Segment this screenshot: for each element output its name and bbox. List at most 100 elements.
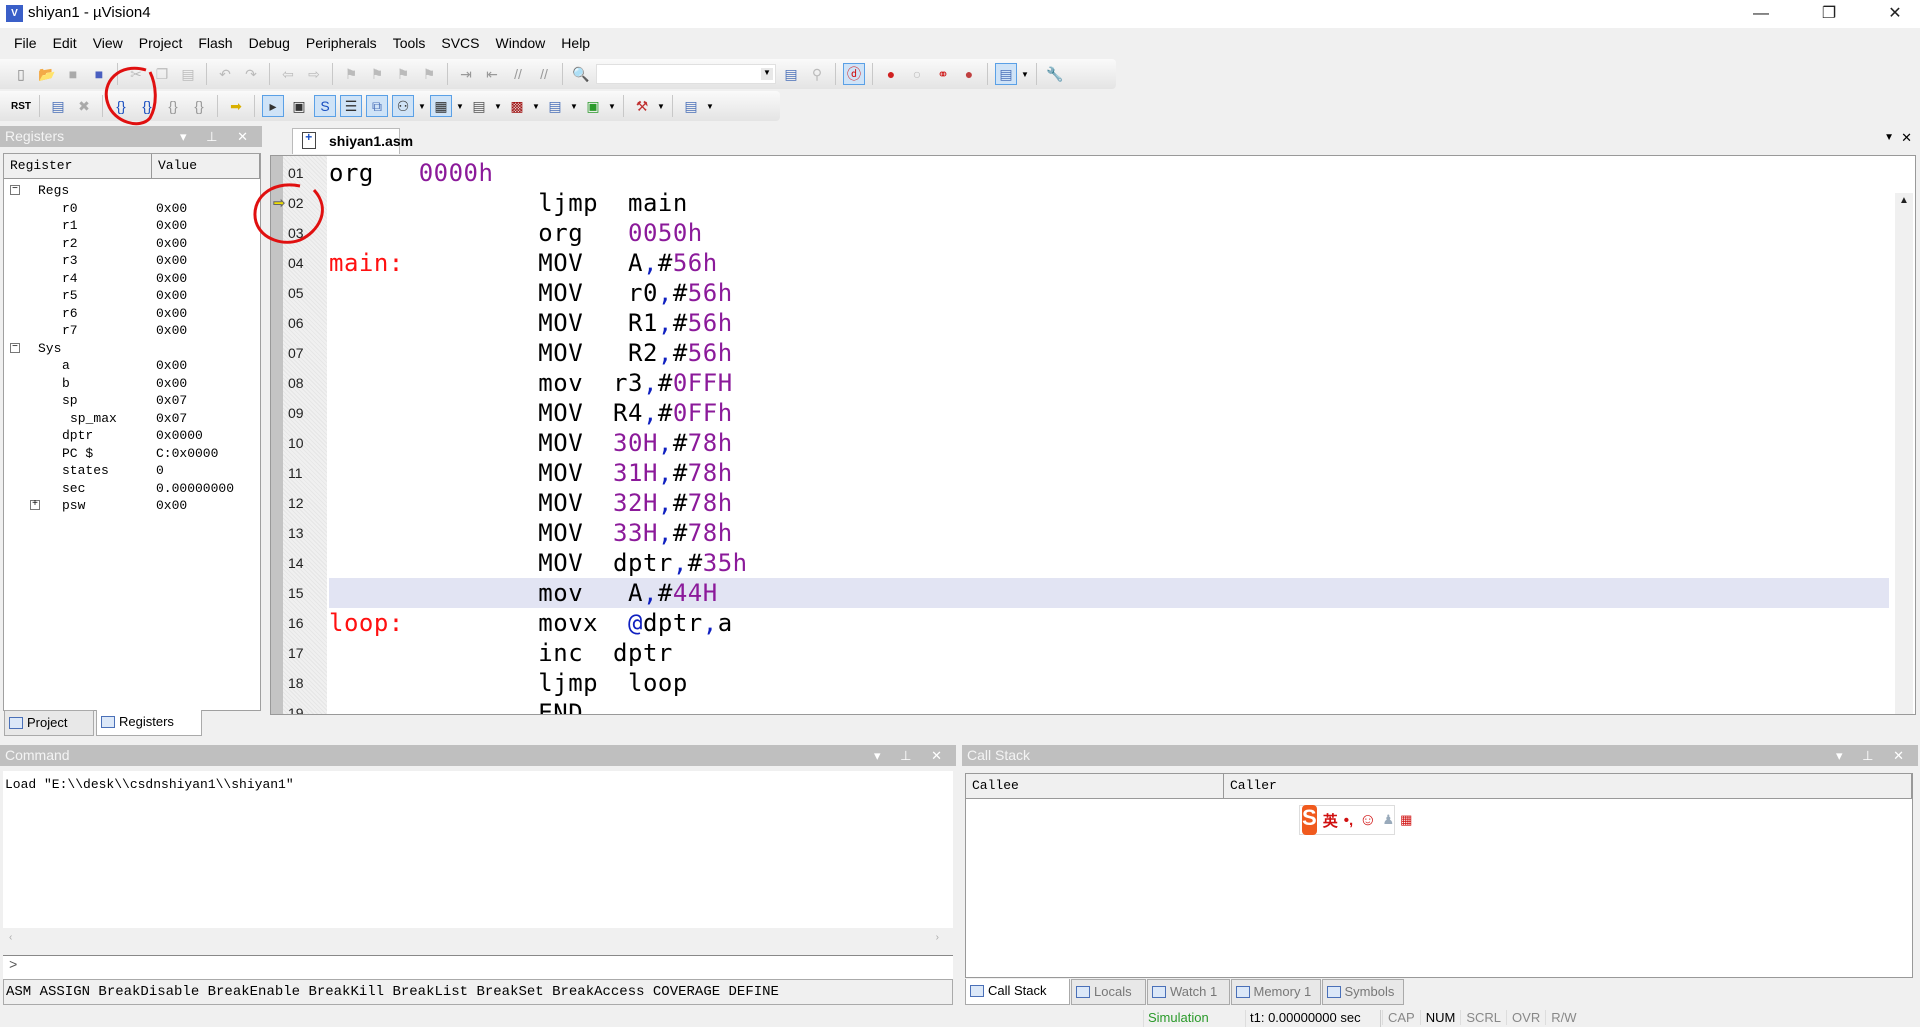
step-out-icon[interactable]: {}	[162, 95, 184, 117]
code-line[interactable]: 05 MOV r0, #56h	[271, 278, 1891, 308]
incremental-find-icon[interactable]: ⚲	[806, 63, 828, 85]
code-line[interactable]: 06 MOV R1, #56h	[271, 308, 1891, 338]
insert-breakpoint-icon[interactable]: ●	[880, 63, 902, 85]
code-line[interactable]: 14 MOV dptr, #35h	[271, 548, 1891, 578]
watch-window-icon[interactable]: ⚇	[392, 95, 414, 117]
uncomment-icon[interactable]: //	[533, 63, 555, 85]
chevron-down-icon[interactable]: ▼	[706, 102, 714, 111]
register-row[interactable]: + psw 0x00	[4, 497, 260, 514]
bookmark-next-icon[interactable]: ⚑	[392, 63, 414, 85]
bookmark-toggle-icon[interactable]: ⚑	[340, 63, 362, 85]
command-input[interactable]: >	[3, 955, 953, 979]
chevron-down-icon[interactable]: ▼	[532, 102, 540, 111]
menu-tools[interactable]: Tools	[385, 35, 434, 51]
code-line[interactable]: 17 inc dptr	[271, 638, 1891, 668]
run-to-cursor-icon[interactable]: {}	[188, 95, 210, 117]
menu-edit[interactable]: Edit	[45, 35, 85, 51]
register-row[interactable]: r4 0x00	[4, 270, 260, 287]
chevron-down-icon[interactable]: ▼	[418, 102, 426, 111]
register-row[interactable]: r6 0x00	[4, 305, 260, 322]
tab-shiyan1-asm[interactable]: shiyan1.asm	[292, 128, 413, 154]
tab-call-stack[interactable]: Call Stack	[965, 979, 1070, 1005]
code-line[interactable]: 02 ➡ ljmp main	[271, 188, 1891, 218]
symbols-window-icon[interactable]: S	[314, 95, 336, 117]
chevron-down-icon[interactable]: ▼	[657, 102, 665, 111]
code-line[interactable]: 09 MOV R4, #0FFh	[271, 398, 1891, 428]
register-row[interactable]: − Regs	[4, 182, 260, 199]
configure-icon[interactable]: 🔧	[1044, 63, 1066, 85]
code-line[interactable]: 03 org 0050h	[271, 218, 1891, 248]
menu-svcs[interactable]: SVCS	[433, 35, 487, 51]
register-row[interactable]: dptr 0x0000	[4, 427, 260, 444]
expand-icon[interactable]: +	[30, 500, 40, 510]
registers-window-icon[interactable]: ☰	[340, 95, 362, 117]
column-caller[interactable]: Caller	[1224, 774, 1912, 798]
emoji-icon[interactable]: ☺	[1359, 810, 1376, 830]
redo-icon[interactable]: ↷	[240, 63, 262, 85]
column-value[interactable]: Value	[152, 154, 260, 178]
scroll-right-icon[interactable]: ›	[936, 932, 939, 943]
code-line[interactable]: 01 org 0000h	[271, 158, 1891, 188]
code-line[interactable]: 12 MOV 32H, #78h	[271, 488, 1891, 518]
register-row[interactable]: sp_max 0x07	[4, 410, 260, 427]
code-line[interactable]: 16 loop: movx @ dptr, a	[271, 608, 1891, 638]
enable-breakpoint-icon[interactable]: ○	[906, 63, 928, 85]
system-viewer-icon[interactable]: ▣	[582, 95, 604, 117]
ime-punctuation-toggle[interactable]: •,	[1344, 812, 1353, 829]
bookmark-clear-icon[interactable]: ⚑	[418, 63, 440, 85]
panel-controls[interactable]: ▾ ⊥ ✕	[874, 745, 950, 766]
menu-peripherals[interactable]: Peripherals	[298, 35, 385, 51]
serial-window-icon[interactable]: ▤	[468, 95, 490, 117]
minimize-button[interactable]: —	[1738, 0, 1784, 28]
scroll-up-icon[interactable]: ▲	[1899, 195, 1909, 206]
copy-icon[interactable]: ❐	[151, 63, 173, 85]
register-row[interactable]: r7 0x00	[4, 322, 260, 339]
register-row[interactable]: PC $ C:0x0000	[4, 445, 260, 462]
memory-window-icon[interactable]: ▦	[430, 95, 452, 117]
menu-file[interactable]: File	[6, 35, 45, 51]
register-row[interactable]: states 0	[4, 462, 260, 479]
paste-icon[interactable]: ▤	[177, 63, 199, 85]
chevron-down-icon[interactable]: ▼	[456, 102, 464, 111]
toolbox-icon[interactable]: ⚒	[631, 95, 653, 117]
register-row[interactable]: r1 0x00	[4, 217, 260, 234]
disable-all-breakpoints-icon[interactable]: ⚭	[932, 63, 954, 85]
debug-windows-icon[interactable]: ▤	[680, 95, 702, 117]
undo-icon[interactable]: ↶	[214, 63, 236, 85]
chevron-down-icon[interactable]: ▼	[1021, 70, 1029, 79]
code-line[interactable]: 10 MOV 30H, #78h	[271, 428, 1891, 458]
code-line[interactable]: 04 main: MOV A, #56h	[271, 248, 1891, 278]
call-stack-window-icon[interactable]: ⧉	[366, 95, 388, 117]
column-callee[interactable]: Callee	[966, 774, 1224, 798]
open-folder-icon[interactable]: 📂	[36, 63, 58, 85]
code-editor[interactable]: 01 org 0000h 02 ➡ ljmp main 03 org 0050h 04 main: MO…	[270, 155, 1916, 715]
panel-controls[interactable]: ▾ ⊥ ✕	[180, 126, 256, 147]
tab-locals[interactable]: Locals	[1071, 979, 1146, 1005]
disassembly-window-icon[interactable]: ▣	[288, 95, 310, 117]
tab-symbols[interactable]: Symbols	[1321, 979, 1404, 1005]
navigate-back-icon[interactable]: ⇦	[277, 63, 299, 85]
close-tab-icon[interactable]: ✕	[1901, 130, 1912, 146]
ime-mode-toggle[interactable]: 英	[1323, 810, 1338, 831]
collapse-icon[interactable]: −	[10, 342, 20, 353]
tab-memory-1[interactable]: Memory 1	[1230, 979, 1321, 1005]
analysis-window-icon[interactable]: ▩	[506, 95, 528, 117]
menu-help[interactable]: Help	[553, 35, 598, 51]
debug-session-icon[interactable]: ⓓ	[843, 63, 865, 85]
reset-cpu-icon[interactable]: RST	[10, 95, 32, 117]
comment-icon[interactable]: //	[507, 63, 529, 85]
window-layout-icon[interactable]: ▤	[995, 63, 1017, 85]
command-window-icon[interactable]: ▸	[262, 95, 284, 117]
register-row[interactable]: r5 0x00	[4, 287, 260, 304]
code-line[interactable]: 07 MOV R2, #56h	[271, 338, 1891, 368]
menu-window[interactable]: Window	[488, 35, 554, 51]
new-file-icon[interactable]: ▯	[10, 63, 32, 85]
register-row[interactable]: a 0x00	[4, 357, 260, 374]
find-combo-input[interactable]: ▼	[596, 64, 776, 84]
user-icon[interactable]: ♟	[1382, 812, 1394, 828]
chevron-down-icon[interactable]: ▼	[570, 102, 578, 111]
find-icon[interactable]: ▤	[780, 63, 802, 85]
command-horizontal-scrollbar[interactable]: ‹ ›	[3, 928, 953, 950]
code-line[interactable]: 15 mov A, #44H	[288, 578, 1889, 608]
navigate-forward-icon[interactable]: ⇨	[303, 63, 325, 85]
